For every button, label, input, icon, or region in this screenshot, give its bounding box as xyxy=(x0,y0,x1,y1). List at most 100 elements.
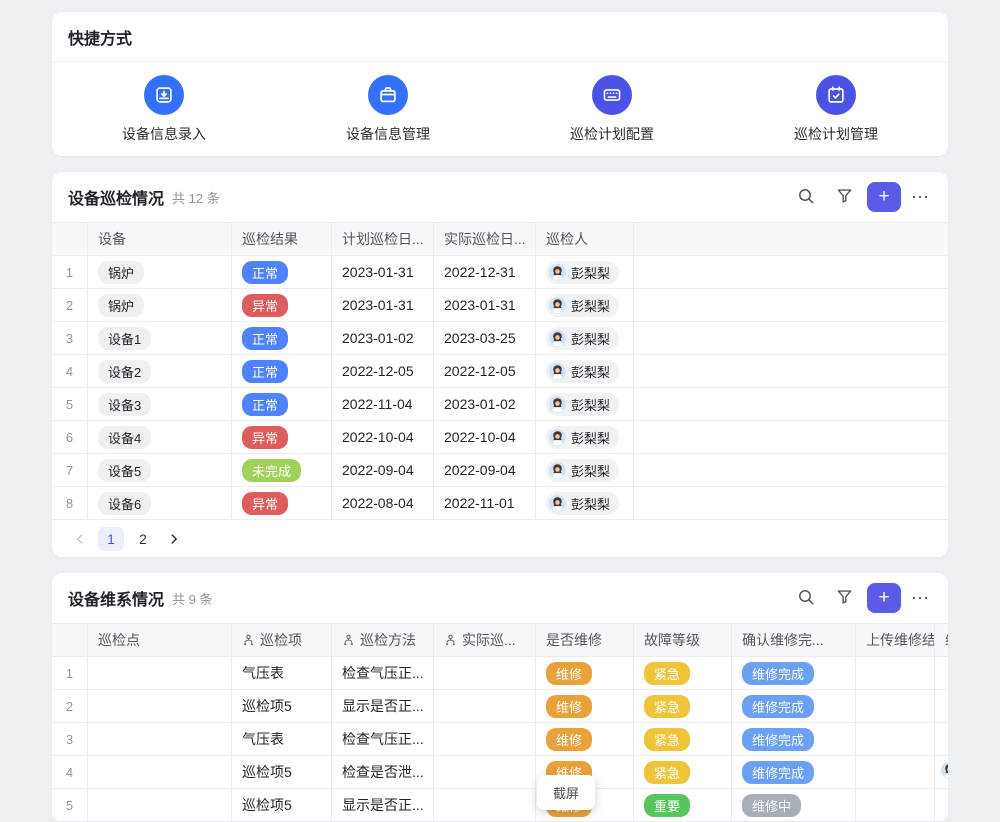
item-cell: 巡检项5 xyxy=(232,690,332,722)
filter-icon xyxy=(836,187,853,207)
search-icon xyxy=(797,588,815,609)
result-cell: 正常 xyxy=(232,355,332,387)
actual-date-cell: 2022-12-05 xyxy=(434,355,536,387)
device-tag: 设备4 xyxy=(98,426,151,449)
inspector-cell: 彭梨梨 xyxy=(536,421,634,453)
device-cell: 锅炉 xyxy=(88,289,232,321)
upload-cell xyxy=(856,657,935,689)
repair-cell: 维修 xyxy=(536,723,634,755)
column-header: 巡检方法 xyxy=(332,624,434,656)
avatar xyxy=(549,363,566,380)
inspection-table: 设备巡检结果计划巡检日...实际巡检日...巡检人1锅炉正常2023-01-31… xyxy=(52,222,948,520)
option-badge: 维修中 xyxy=(742,794,801,817)
shortcut-briefcase[interactable]: 设备信息管理 xyxy=(276,75,500,144)
table-row[interactable]: 3气压表检查气压正...维修紧急维修完成 xyxy=(52,723,948,756)
result-cell: 异常 xyxy=(232,487,332,519)
filter-button[interactable] xyxy=(829,182,859,212)
row-number: 4 xyxy=(52,756,88,788)
dashboard-page: 快捷方式 设备信息录入设备信息管理巡检计划配置巡检计划管理 设备巡检情况 共 1… xyxy=(0,0,1000,800)
avatar xyxy=(549,264,566,281)
shortcuts-card: 快捷方式 设备信息录入设备信息管理巡检计划配置巡检计划管理 xyxy=(52,12,948,156)
inspector-name: 彭梨梨 xyxy=(571,263,610,282)
prev-page-button[interactable] xyxy=(68,527,92,551)
table-row[interactable]: 4设备2正常2022-12-052022-12-05彭梨梨 xyxy=(52,355,948,388)
page-button-1[interactable]: 1 xyxy=(98,527,124,551)
add-record-button[interactable]: + xyxy=(867,182,901,212)
table-row[interactable]: 2锅炉异常2023-01-312023-01-31彭梨梨 xyxy=(52,289,948,322)
confirm-cell: 维修完成 xyxy=(732,690,856,722)
inspector-name: 彭梨梨 xyxy=(571,296,610,315)
search-icon xyxy=(797,187,815,208)
maintenance-toolbar: + ⋯ xyxy=(791,583,932,613)
inspector-chip: 彭梨梨 xyxy=(546,294,619,317)
shortcut-label: 巡检计划管理 xyxy=(794,124,878,144)
table-row[interactable]: 4巡检项5检查是否泄...维修紧急维修完成 xyxy=(52,756,948,789)
item-cell: 巡检项5 xyxy=(232,789,332,821)
table-row[interactable]: 1气压表检查气压正...维修紧急维修完成 xyxy=(52,657,948,690)
page-button-2[interactable]: 2 xyxy=(130,527,156,551)
method-cell: 检查是否泄... xyxy=(332,756,434,788)
table-cell xyxy=(634,487,948,519)
table-row[interactable]: 8设备6异常2022-08-042022-11-01彭梨梨 xyxy=(52,487,948,520)
level-cell: 重要 xyxy=(634,789,732,821)
confirm-cell: 维修完成 xyxy=(732,657,856,689)
option-badge: 维修完成 xyxy=(742,662,814,685)
shortcut-device-entry[interactable]: 设备信息录入 xyxy=(52,75,276,144)
search-button[interactable] xyxy=(791,182,821,212)
repairer-cell xyxy=(935,723,948,755)
column-header-label: 确认维修完... xyxy=(742,630,824,650)
table-row[interactable]: 1锅炉正常2023-01-312022-12-31彭梨梨 xyxy=(52,256,948,289)
shortcut-keyboard[interactable]: 巡检计划配置 xyxy=(500,75,724,144)
actual-date-cell: 2022-10-04 xyxy=(434,421,536,453)
column-header: 确认维修完... xyxy=(732,624,856,656)
table-row[interactable]: 2巡检项5显示是否正...维修紧急维修完成 xyxy=(52,690,948,723)
inspector-name: 彭梨梨 xyxy=(571,329,610,348)
shortcut-calendar-check[interactable]: 巡检计划管理 xyxy=(724,75,948,144)
table-row[interactable]: 5巡检项5显示是否正...维修重要维修中 xyxy=(52,789,948,822)
status-badge: 正常 xyxy=(242,393,288,416)
maintenance-card: 设备维系情况 共 9 条 + ⋯ 巡检点巡检项巡检方法实际巡...是否维修故障等… xyxy=(52,573,948,822)
search-button[interactable] xyxy=(791,583,821,613)
planned-date-cell: 2023-01-02 xyxy=(332,322,434,354)
add-record-button[interactable]: + xyxy=(867,583,901,613)
row-number: 5 xyxy=(52,388,88,420)
option-badge: 紧急 xyxy=(644,662,690,685)
point-cell xyxy=(88,690,232,722)
table-row[interactable]: 5设备3正常2022-11-042023-01-02彭梨梨 xyxy=(52,388,948,421)
device-tag: 设备2 xyxy=(98,360,151,383)
more-button[interactable]: ⋯ xyxy=(909,187,932,208)
actual-date-cell: 2023-01-31 xyxy=(434,289,536,321)
planned-date-cell: 2022-09-04 xyxy=(332,454,434,486)
actual-cell xyxy=(434,690,536,722)
table-cell xyxy=(634,223,948,255)
option-badge: 维修 xyxy=(546,662,592,685)
device-tag: 设备1 xyxy=(98,327,151,350)
filter-button[interactable] xyxy=(829,583,859,613)
table-row[interactable]: 7设备5未完成2022-09-042022-09-04彭梨梨 xyxy=(52,454,948,487)
result-cell: 正常 xyxy=(232,388,332,420)
more-button[interactable]: ⋯ xyxy=(909,588,932,609)
inspector-chip: 彭梨梨 xyxy=(546,261,619,284)
column-header: 巡检人 xyxy=(536,223,634,255)
column-header-label: 上传维修结... xyxy=(866,630,935,650)
status-badge: 正常 xyxy=(242,327,288,350)
maintenance-title: 设备维系情况 xyxy=(68,586,164,610)
device-cell: 锅炉 xyxy=(88,256,232,288)
result-cell: 正常 xyxy=(232,322,332,354)
option-badge: 维修 xyxy=(546,695,592,718)
item-cell: 气压表 xyxy=(232,657,332,689)
row-number: 3 xyxy=(52,322,88,354)
planned-date-cell: 2023-01-31 xyxy=(332,256,434,288)
table-row[interactable]: 6设备4异常2022-10-042022-10-04彭梨梨 xyxy=(52,421,948,454)
lookup-icon xyxy=(242,634,255,647)
method-cell: 检查气压正... xyxy=(332,723,434,755)
level-cell: 紧急 xyxy=(634,756,732,788)
device-tag: 锅炉 xyxy=(98,294,144,317)
table-row[interactable]: 3设备1正常2023-01-022023-03-25彭梨梨 xyxy=(52,322,948,355)
table-header-row: 设备巡检结果计划巡检日...实际巡检日...巡检人 xyxy=(52,223,948,256)
column-header-label: 巡检点 xyxy=(98,630,140,650)
column-header: 巡检项 xyxy=(232,624,332,656)
row-number: 1 xyxy=(52,657,88,689)
shortcut-label: 设备信息录入 xyxy=(122,124,206,144)
next-page-button[interactable] xyxy=(162,527,186,551)
